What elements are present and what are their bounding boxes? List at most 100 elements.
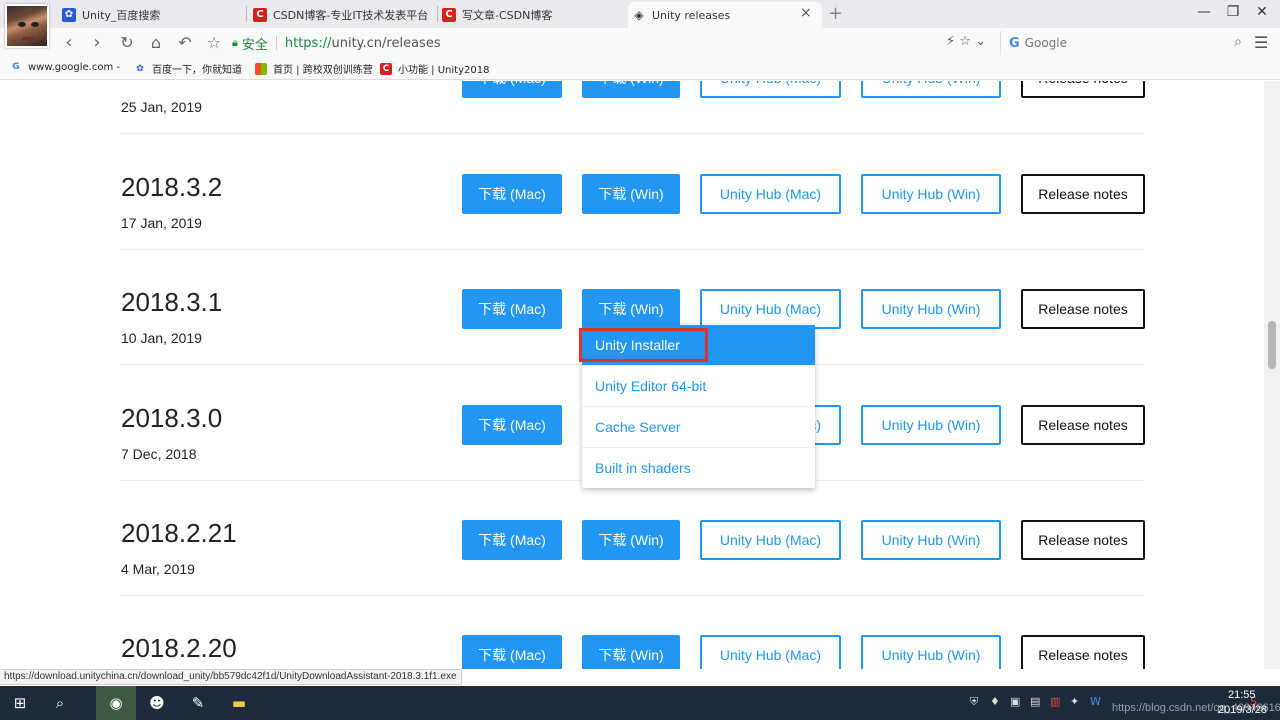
secure-label: 安全 xyxy=(241,37,268,53)
release-notes-button[interactable]: Release notes xyxy=(1021,81,1145,98)
windows-start-icon[interactable]: ⊞ xyxy=(0,686,40,720)
bookmark-unity2018[interactable]: C 小功能 | Unity2018 xyxy=(380,61,489,76)
browser-app-icon[interactable]: ◉ xyxy=(96,686,136,720)
new-tab-button[interactable]: + xyxy=(828,3,843,24)
minimize-icon[interactable]: — xyxy=(1194,4,1214,20)
tray-app-icon[interactable]: ♦ xyxy=(990,695,1000,708)
tab-baidu[interactable]: ✿ Unity_百度搜索 xyxy=(62,2,242,28)
dropdown-item-built-in-shaders[interactable]: Built in shaders xyxy=(582,447,815,488)
release-version: 2018.2.20 xyxy=(121,633,237,663)
release-notes-button[interactable]: Release notes xyxy=(1021,635,1145,669)
bookmark-label: www.google.com - xyxy=(28,61,120,73)
hub-mac-button[interactable]: Unity Hub (Mac) xyxy=(700,174,841,214)
url-path: unity.cn/releases xyxy=(331,35,441,51)
release-notes-button[interactable]: Release notes xyxy=(1021,405,1145,445)
download-win-button[interactable]: 下载 (Win) xyxy=(582,520,680,560)
bookmarks-bar: G www.google.com - ✿ 百度一下，你就知道 首页 | 跨校双创… xyxy=(0,58,1280,80)
close-tab-icon[interactable]: × xyxy=(800,5,812,21)
menu-icon[interactable]: ☰ xyxy=(1254,33,1268,52)
tab-title: Unity releases xyxy=(652,8,731,22)
hub-win-button[interactable]: Unity Hub (Win) xyxy=(861,81,1001,98)
download-win-button[interactable]: 下载 (Win) xyxy=(582,174,680,214)
tray-app-icon[interactable]: ▥ xyxy=(1050,695,1060,708)
release-version: 2018.3.1 xyxy=(121,287,223,317)
browser-toolbar: ‹ › ↻ ⌂ ↶ ☆ 🔒︎ 安全 https:// unity.cn/rele… xyxy=(0,28,1280,58)
bookmark-star-icon[interactable]: ☆ xyxy=(203,32,225,54)
hub-win-button[interactable]: Unity Hub (Win) xyxy=(861,289,1001,329)
tab-unity-releases[interactable]: ◈ Unity releases × xyxy=(628,2,822,28)
download-mac-button[interactable]: 下载 (Mac) xyxy=(462,405,562,445)
profile-avatar[interactable] xyxy=(5,4,49,48)
address-bar[interactable]: 🔒︎ 安全 https:// unity.cn/releases xyxy=(232,31,998,55)
download-mac-button[interactable]: 下载 (Mac) xyxy=(462,174,562,214)
tab-csdn-write[interactable]: C 写文章-CSDN博客 xyxy=(442,2,622,28)
download-win-button[interactable]: 下载 (Win) xyxy=(582,289,680,329)
dropdown-item-editor-64bit[interactable]: Unity Editor 64-bit xyxy=(582,366,815,407)
page-scrollbar[interactable] xyxy=(1264,81,1280,669)
search-box: G ⌕ xyxy=(1000,31,1248,55)
restore-icon[interactable]: ❐ xyxy=(1223,4,1243,20)
app-penguin-icon[interactable]: ☻ xyxy=(137,686,177,720)
favorite-star-icon[interactable]: ☆ xyxy=(959,34,971,49)
search-icon[interactable]: ⌕ xyxy=(1234,34,1242,50)
tray-app-icon[interactable]: ▤ xyxy=(1030,695,1040,708)
chevron-down-icon[interactable]: ⌄ xyxy=(975,34,986,49)
paw-icon: ✿ xyxy=(136,63,144,74)
hub-mac-button[interactable]: Unity Hub (Mac) xyxy=(700,520,841,560)
shield-icon[interactable]: ⛨ xyxy=(970,695,978,709)
file-explorer-icon[interactable]: ▬ xyxy=(219,686,259,720)
tray-app-icon[interactable]: W xyxy=(1090,695,1101,708)
search-icon[interactable]: ⌕ xyxy=(40,686,80,720)
tab-csdn-home[interactable]: C CSDN博客-专业IT技术发表平台 xyxy=(253,2,433,28)
download-win-button[interactable]: 下载 (Win) xyxy=(582,81,680,98)
download-win-dropdown: Unity Installer Unity Editor 64-bit Cach… xyxy=(579,325,815,488)
status-url: https://download.unitychina.cn/download_… xyxy=(0,669,462,685)
bookmark-label: 小功能 | Unity2018 xyxy=(398,65,490,76)
clock-time[interactable]: 21:55 xyxy=(1228,689,1256,701)
release-version: 2018.2.21 xyxy=(121,518,237,548)
release-row: 25 Jan, 2019 下载 (Mac) 下载 (Win) Unity Hub… xyxy=(120,81,1145,134)
back-icon[interactable]: ‹ xyxy=(58,32,80,54)
scroll-thumb[interactable] xyxy=(1268,321,1276,369)
release-date: 4 Mar, 2019 xyxy=(121,561,195,577)
forward-icon[interactable]: › xyxy=(86,32,108,54)
undo-close-icon[interactable]: ↶ xyxy=(174,32,196,54)
release-version: 2018.3.2 xyxy=(121,172,223,202)
bookmark-baidu[interactable]: ✿ 百度一下，你就知道 xyxy=(134,61,242,77)
release-version: 2018.3.0 xyxy=(121,403,223,433)
hub-mac-button[interactable]: Unity Hub (Mac) xyxy=(700,635,841,669)
csdn-icon: C xyxy=(380,62,392,75)
release-notes-button[interactable]: Release notes xyxy=(1021,174,1145,214)
hub-win-button[interactable]: Unity Hub (Win) xyxy=(861,635,1001,669)
tray-app-icon[interactable]: ✦ xyxy=(1070,695,1079,708)
release-row: 2018.2.21 4 Mar, 2019 下载 (Mac) 下载 (Win) … xyxy=(120,480,1145,596)
bookmark-training-camp[interactable]: 首页 | 跨校双创训练营 xyxy=(255,61,373,76)
tab-divider xyxy=(246,6,247,22)
download-win-button[interactable]: 下载 (Win) xyxy=(582,635,680,669)
download-mac-button[interactable]: 下载 (Mac) xyxy=(462,635,562,669)
clock-date[interactable]: 2019/3/28 xyxy=(1218,704,1267,716)
release-date: 7 Dec, 2018 xyxy=(121,446,197,462)
release-date: 10 Jan, 2019 xyxy=(121,330,202,346)
release-notes-button[interactable]: Release notes xyxy=(1021,520,1145,560)
home-icon[interactable]: ⌂ xyxy=(145,32,167,54)
windows-logo-icon xyxy=(255,62,267,75)
close-window-icon[interactable]: ✕ xyxy=(1252,4,1272,20)
app-feather-icon[interactable]: ✎ xyxy=(178,686,218,720)
hub-win-button[interactable]: Unity Hub (Win) xyxy=(861,520,1001,560)
hub-win-button[interactable]: Unity Hub (Win) xyxy=(861,174,1001,214)
hub-mac-button[interactable]: Unity Hub (Mac) xyxy=(700,289,841,329)
release-row: 2018.2.20 下载 (Mac) 下载 (Win) Unity Hub (M… xyxy=(120,595,1145,669)
lightning-icon[interactable]: ⚡ xyxy=(946,34,955,49)
hub-win-button[interactable]: Unity Hub (Win) xyxy=(861,405,1001,445)
download-mac-button[interactable]: 下载 (Mac) xyxy=(462,81,562,98)
tray-app-icon[interactable]: ▣ xyxy=(1010,695,1020,708)
bookmark-google[interactable]: G www.google.com - xyxy=(10,61,120,73)
dropdown-item-cache-server[interactable]: Cache Server xyxy=(582,407,815,448)
release-notes-button[interactable]: Release notes xyxy=(1021,289,1145,329)
hub-mac-button[interactable]: Unity Hub (Mac) xyxy=(700,81,841,98)
search-input[interactable] xyxy=(1024,36,1215,50)
download-mac-button[interactable]: 下载 (Mac) xyxy=(462,520,562,560)
reload-icon[interactable]: ↻ xyxy=(116,32,138,54)
download-mac-button[interactable]: 下载 (Mac) xyxy=(462,289,562,329)
